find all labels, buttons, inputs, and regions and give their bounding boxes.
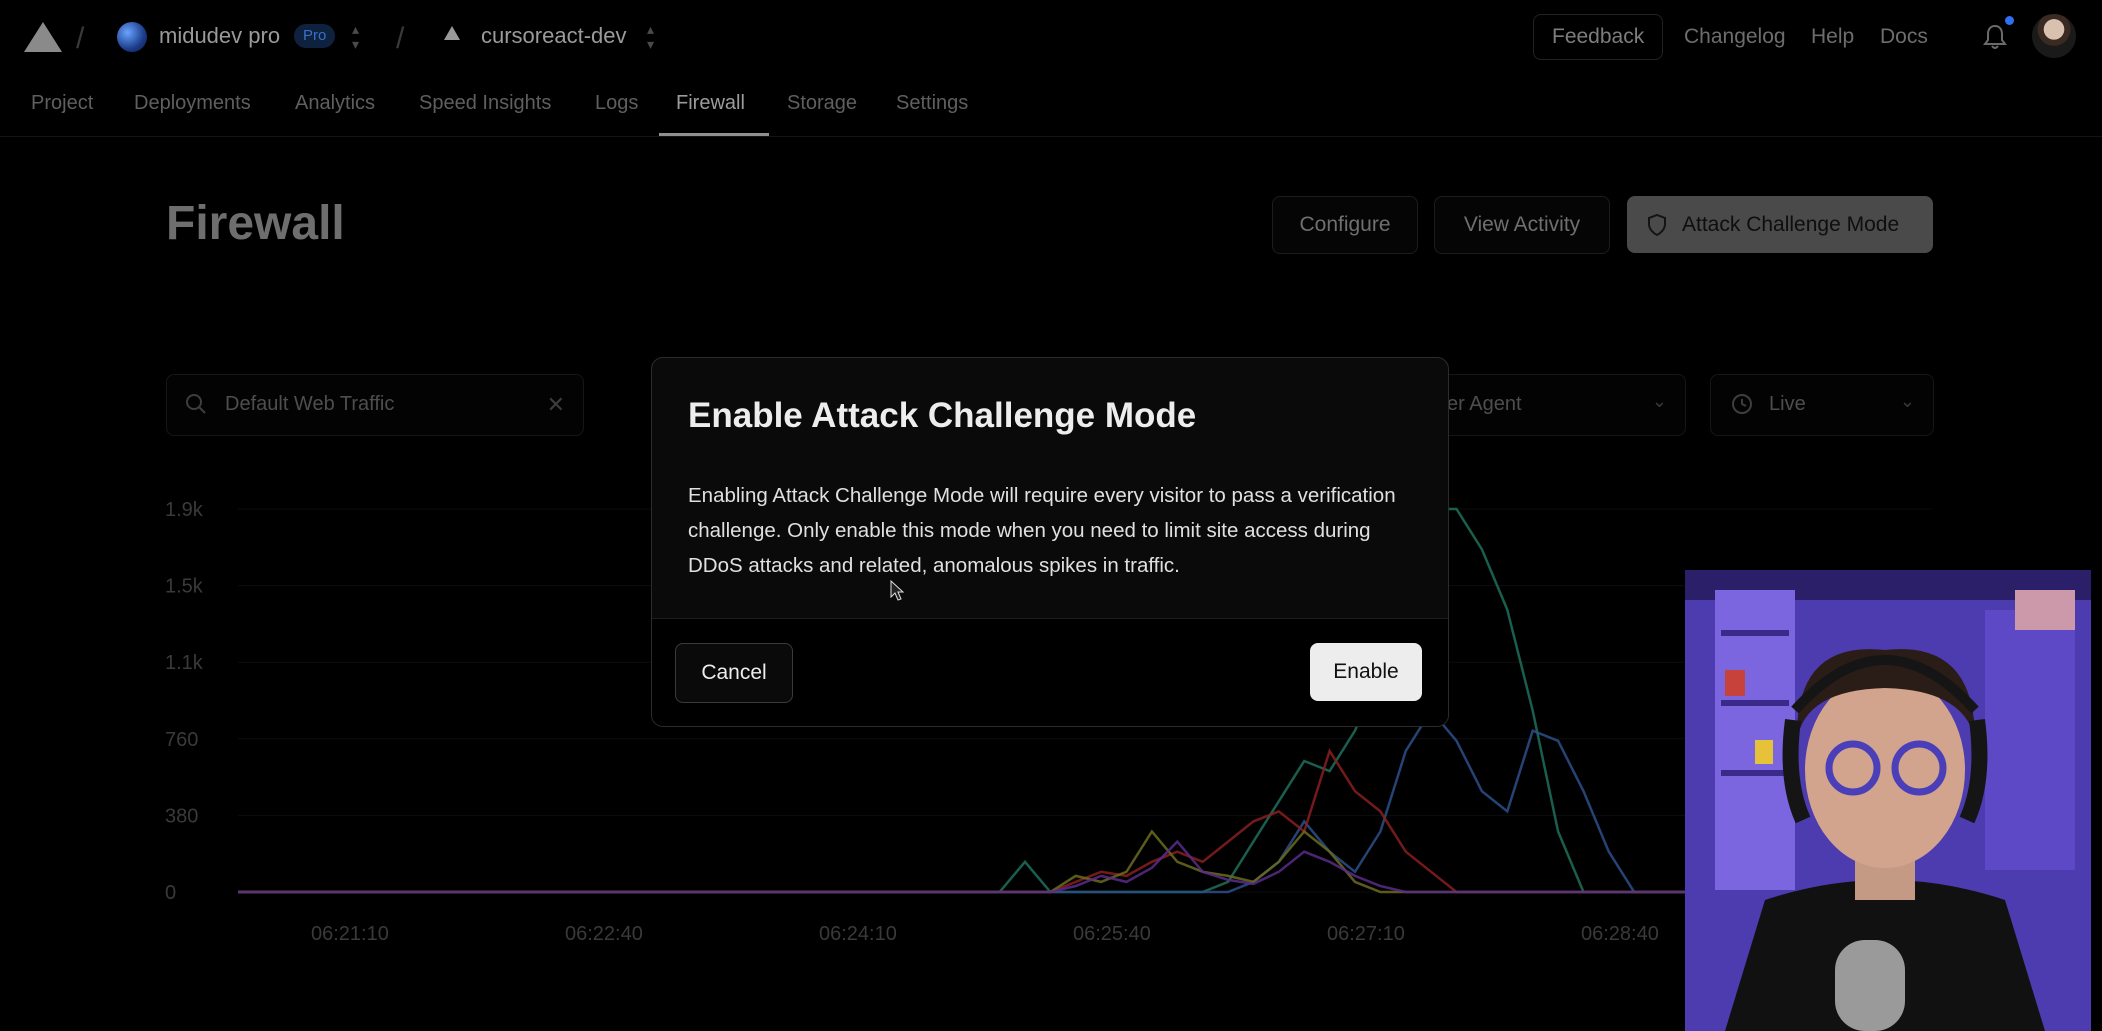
y-tick-label: 1.1k: [165, 652, 204, 674]
x-tick-label: 06:28:40: [1581, 923, 1659, 945]
search-value: Default Web Traffic: [225, 393, 395, 415]
y-tick-label: 760: [165, 729, 198, 751]
x-tick-label: 06:27:10: [1327, 923, 1405, 945]
series-line-1: [238, 708, 1685, 894]
vercel-logo-icon[interactable]: [24, 22, 62, 52]
separator-icon: /: [76, 22, 85, 55]
dialog-footer: Cancel Enable: [652, 618, 1448, 726]
page-title: Firewall: [166, 197, 345, 250]
mouse-cursor-icon: [890, 580, 904, 601]
series-line-3: [238, 829, 1685, 894]
chevron-down-icon: ⌄: [1651, 391, 1667, 411]
view-activity-button[interactable]: View Activity: [1434, 196, 1610, 254]
x-tick-label: 06:22:40: [565, 923, 643, 945]
plan-badge: Pro: [294, 24, 336, 48]
group-by-select[interactable]: er Agent ⌄: [1420, 374, 1686, 436]
notification-dot: [2005, 16, 2014, 25]
tab-analytics[interactable]: Analytics: [295, 92, 375, 115]
docs-link[interactable]: Docs: [1880, 25, 1928, 49]
x-tick-label: 06:24:10: [819, 923, 897, 945]
dialog-description: Enabling Attack Challenge Mode will requ…: [688, 484, 1396, 577]
group-by-value: er Agent: [1447, 393, 1522, 415]
bell-icon[interactable]: [1983, 24, 2007, 50]
user-avatar[interactable]: [2032, 14, 2076, 58]
enable-button[interactable]: Enable: [1310, 643, 1422, 701]
series-line-2: [238, 747, 1685, 894]
chevron-down-icon: ⌄: [1899, 391, 1915, 411]
x-tick-label: 06:21:10: [311, 923, 389, 945]
y-tick-label: 0: [165, 882, 176, 904]
y-tick-label: 380: [165, 805, 198, 827]
tab-deployments[interactable]: Deployments: [134, 92, 251, 115]
attack-challenge-mode-button[interactable]: Attack Challenge Mode: [1627, 196, 1933, 253]
clear-icon[interactable]: ✕: [547, 392, 565, 418]
time-range-select[interactable]: Live ⌄: [1710, 374, 1934, 436]
time-range-value: Live: [1769, 393, 1806, 415]
configure-button[interactable]: Configure: [1272, 196, 1418, 254]
clock-icon: [1732, 394, 1752, 414]
tab-speed-insights[interactable]: Speed Insights: [419, 92, 551, 115]
project-switcher-icon[interactable]: ▴ ▾: [647, 22, 654, 52]
y-tick-label: 1.9k: [165, 499, 204, 521]
separator-icon: /: [396, 22, 405, 55]
changelog-link[interactable]: Changelog: [1684, 25, 1786, 49]
team-avatar[interactable]: [117, 22, 147, 52]
team-name[interactable]: midudev pro: [159, 23, 280, 49]
x-tick-label: 06:25:40: [1073, 923, 1151, 945]
tab-settings[interactable]: Settings: [896, 92, 968, 115]
project-nav: Project Deployments Analytics Speed Insi…: [0, 74, 2102, 137]
cancel-button[interactable]: Cancel: [675, 643, 793, 703]
shield-icon: [1648, 214, 1666, 236]
help-link[interactable]: Help: [1811, 25, 1854, 49]
tab-firewall[interactable]: Firewall: [676, 92, 745, 115]
presenter-image: [1685, 570, 2091, 1031]
series-line-4: [238, 839, 1685, 894]
webcam-overlay: [1685, 570, 2091, 1031]
y-tick-label: 1.5k: [165, 576, 204, 598]
attack-challenge-mode-label: Attack Challenge Mode: [1682, 213, 1900, 236]
team-switcher-icon[interactable]: ▴ ▾: [352, 22, 359, 52]
traffic-search-input[interactable]: Default Web Traffic ✕: [166, 374, 584, 436]
top-bar: / midudev pro Pro ▴ ▾ / cursoreact-dev ▴ ▾…: [0, 0, 2102, 74]
tab-logs[interactable]: Logs: [595, 92, 638, 115]
project-icon: [444, 26, 460, 40]
project-name[interactable]: cursoreact-dev: [481, 23, 627, 49]
attack-mode-dialog: Enable Attack Challenge Mode Enabling At…: [651, 357, 1449, 727]
feedback-button[interactable]: Feedback: [1533, 14, 1664, 60]
active-tab-indicator: [659, 133, 769, 136]
tab-storage[interactable]: Storage: [787, 92, 857, 115]
search-icon: [186, 394, 206, 414]
tab-project[interactable]: Project: [31, 92, 93, 115]
dialog-title: Enable Attack Challenge Mode: [688, 396, 1197, 435]
